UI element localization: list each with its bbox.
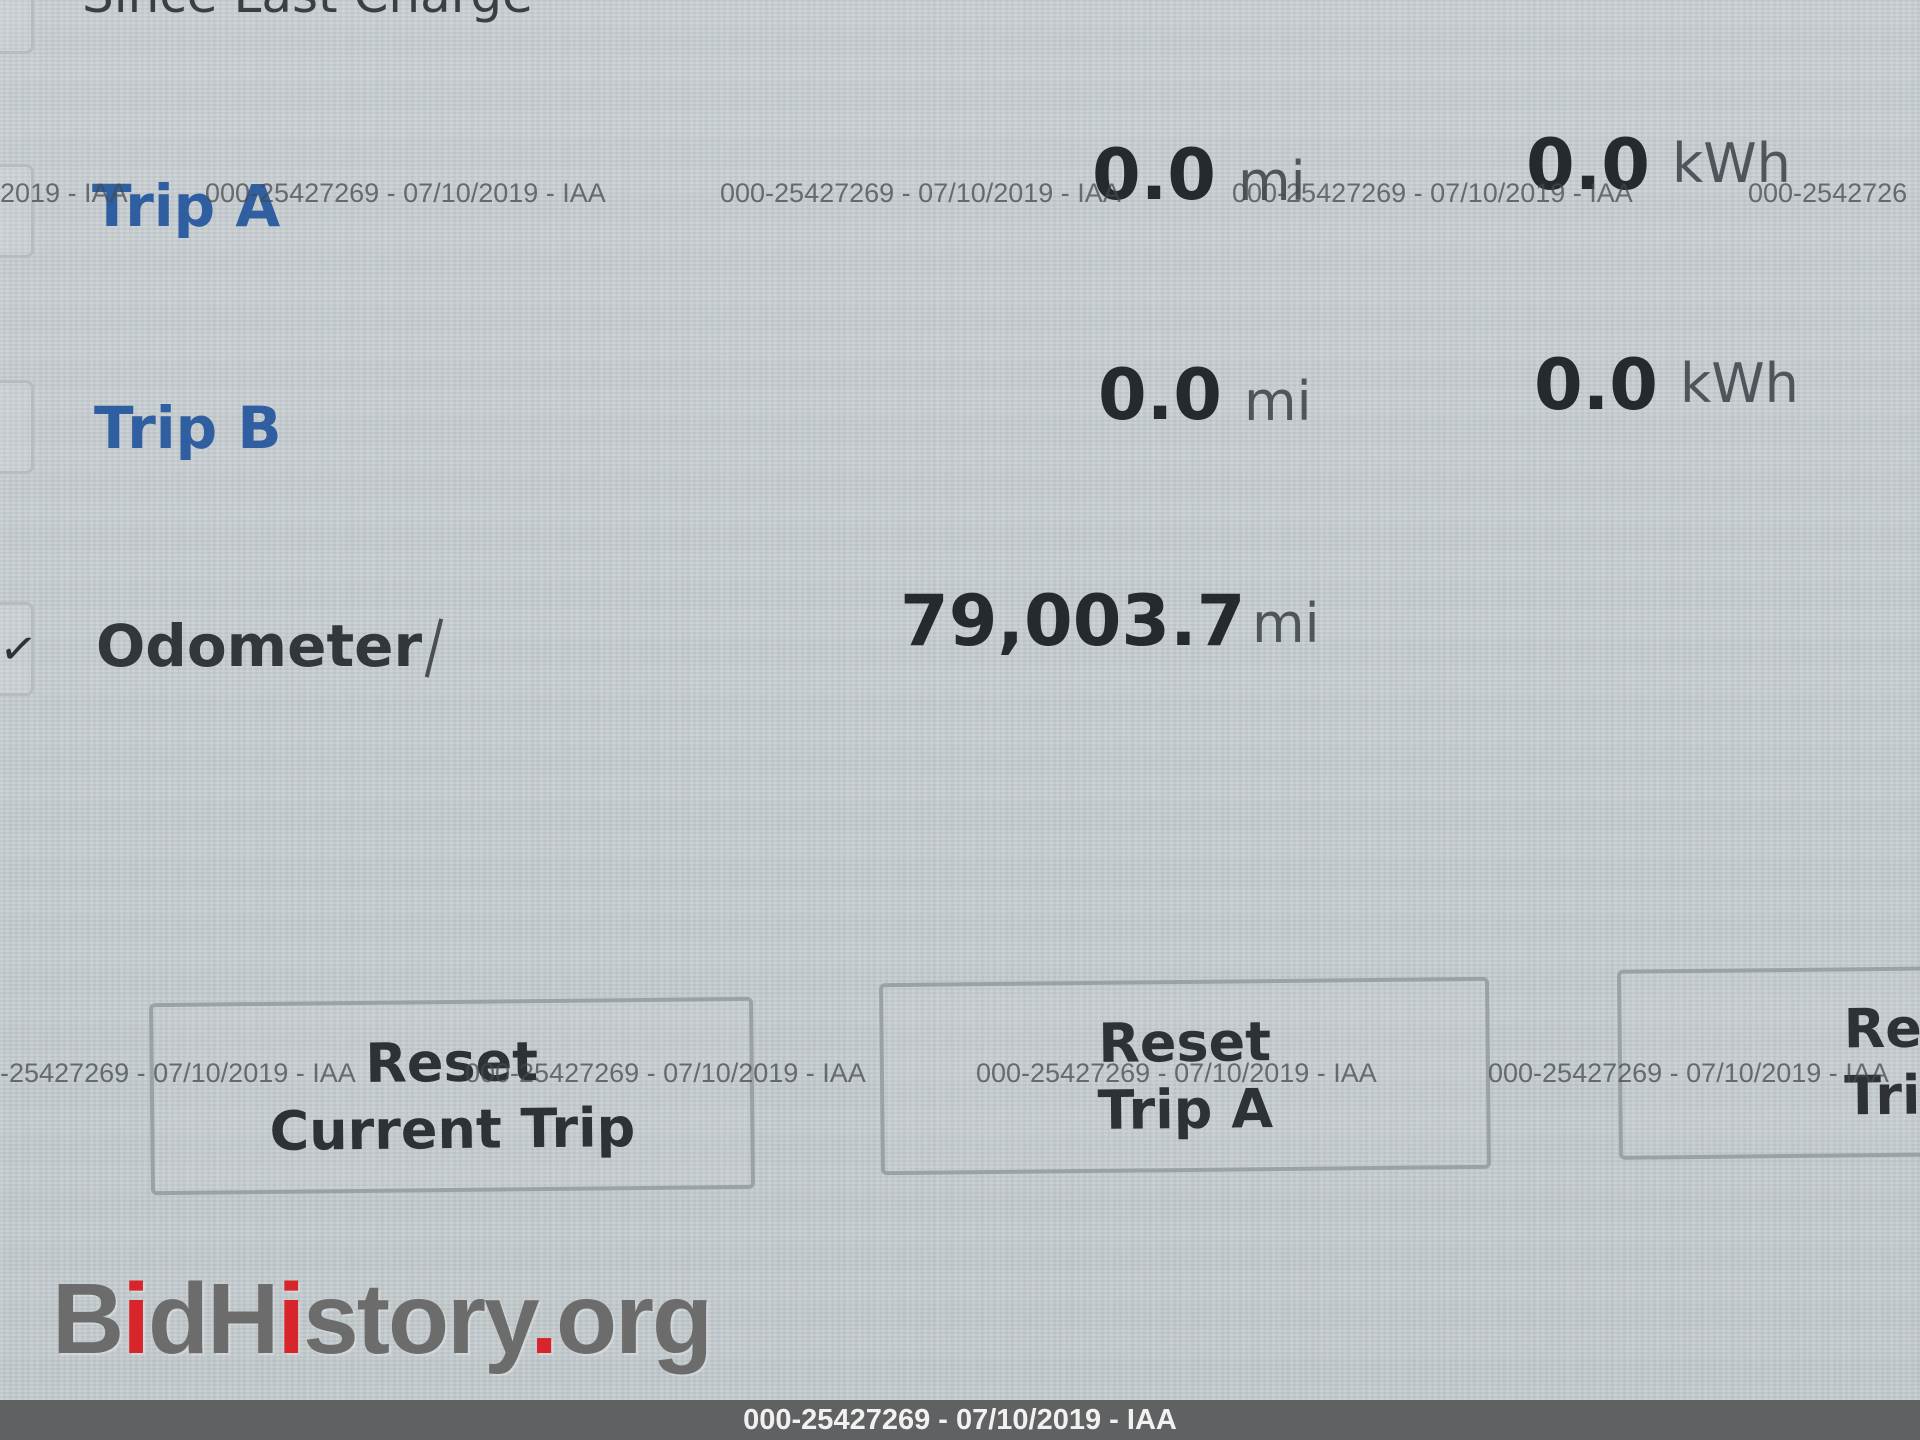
since-last-charge-checkbox[interactable] — [0, 0, 34, 54]
watermark: 000-25427269 - 07/10/2019 - IAA — [465, 1058, 866, 1088]
watermark: 000-25427269 - 07/10/2019 - IAA — [976, 1058, 1377, 1088]
reset-trip-b-line1: Re — [1843, 996, 1920, 1060]
trip-b-energy-unit: kWh — [1680, 352, 1799, 415]
pen-mark — [424, 618, 444, 678]
watermark: 000-25427269 - 07/10/2019 - IAA — [720, 178, 1121, 208]
section-heading: Since Last Charge — [82, 0, 533, 24]
checkmark-icon: ✓ — [0, 621, 41, 678]
reset-current-trip-line2: Current Trip — [269, 1096, 636, 1163]
odometer-label: Odometer — [96, 612, 423, 680]
watermark-fragment: 000-2542726 — [1748, 178, 1908, 208]
footer-bar: 000-25427269 - 07/10/2019 - IAA — [0, 1400, 1920, 1440]
reset-current-trip-button[interactable]: Reset Current Trip — [149, 996, 755, 1196]
trip-b-distance-unit: mi — [1244, 370, 1312, 433]
watermark: 000-25427269 - 07/10/2019 - IAA — [1488, 1058, 1889, 1088]
watermark: 000-25427269 - 07/10/2019 - IAA — [1232, 178, 1633, 208]
trip-b-label: Trip B — [94, 394, 282, 462]
watermark-fragment: -25427269 - 07/10/2019 - IAA — [0, 1058, 356, 1088]
bidhistory-logo: BidHistory.org — [52, 1263, 713, 1375]
watermark: 000-25427269 - 07/10/2019 - IAA — [205, 178, 606, 208]
trip-b-checkbox[interactable] — [0, 380, 34, 474]
footer-text: 000-25427269 - 07/10/2019 - IAA — [743, 1403, 1177, 1436]
odometer-unit: mi — [1252, 592, 1320, 655]
watermark-fragment: 2019 - IAA — [0, 178, 128, 208]
odometer-value: 79,003.7 — [900, 580, 1246, 662]
trip-b-distance-value: 0.0 — [1098, 354, 1223, 436]
trip-b-energy-value: 0.0 — [1534, 344, 1659, 426]
